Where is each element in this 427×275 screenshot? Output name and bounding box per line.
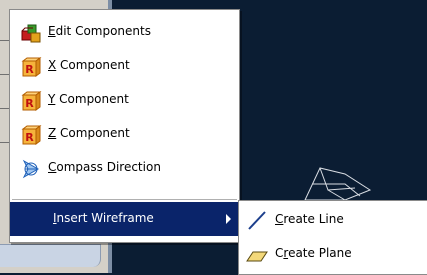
menu-item-label: Y Component <box>48 92 129 106</box>
x-component-icon: R <box>20 56 42 78</box>
menu-item-x-component[interactable]: R X Component <box>10 49 239 83</box>
component-letter: R <box>25 97 34 110</box>
menu-item-edit-components[interactable]: Edit Components <box>10 15 239 49</box>
menu-item-label: Compass Direction <box>48 160 161 174</box>
menu-separator <box>12 199 237 200</box>
submenu-item-create-plane[interactable]: Create Plane <box>239 237 427 271</box>
menu-item-label: X Component <box>48 58 130 72</box>
submenu-item-create-line[interactable]: Create Line <box>239 203 427 237</box>
edit-components-icon <box>20 22 42 44</box>
insert-wireframe-submenu: Create Line Create Plane <box>238 200 427 275</box>
component-letter: R <box>25 131 34 144</box>
submenu-item-label: Create Line <box>275 212 344 226</box>
y-component-icon: R <box>20 90 42 112</box>
submenu-item-label: Create Plane <box>275 246 352 260</box>
submenu-arrow-icon <box>226 214 231 224</box>
plane-icon <box>245 243 269 265</box>
menu-item-insert-wireframe[interactable]: Insert Wireframe <box>10 202 239 236</box>
menu-item-label: Insert Wireframe <box>53 211 154 225</box>
line-icon <box>245 209 269 231</box>
menu-item-compass-direction[interactable]: Compass Direction <box>10 151 239 185</box>
compass-direction-icon <box>20 158 42 180</box>
menu-item-z-component[interactable]: R Z Component <box>10 117 239 151</box>
menu-item-label: Z Component <box>48 126 130 140</box>
panel-scroll-tab[interactable] <box>0 244 101 267</box>
context-menu: Edit Components R X Component R Y Compon… <box>9 9 240 243</box>
menu-item-y-component[interactable]: R Y Component <box>10 83 239 117</box>
component-letter: R <box>25 63 34 76</box>
menu-item-label: Edit Components <box>48 24 151 38</box>
z-component-icon: R <box>20 124 42 146</box>
